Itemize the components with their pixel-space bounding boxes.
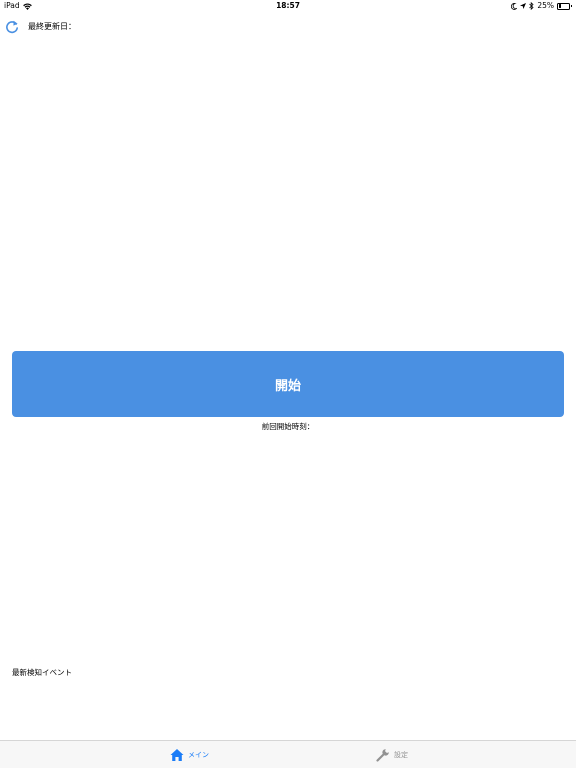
moon-icon <box>511 2 518 10</box>
tab-settings-label: 設定 <box>394 750 408 759</box>
wrench-icon <box>376 748 389 762</box>
refresh-icon[interactable] <box>4 19 20 35</box>
tab-main-label: メイン <box>188 750 209 759</box>
latest-event-heading: 最新検知イベント <box>12 668 72 677</box>
bluetooth-icon <box>529 2 534 10</box>
tab-bar: メイン 設定 <box>0 740 576 768</box>
tab-main[interactable]: メイン <box>170 741 209 768</box>
screen: iPad 18:57 25% 最終更新日： 開始 前回開始時刻： 最新検知イベン… <box>0 0 576 768</box>
status-bar: iPad 18:57 25% <box>0 0 576 12</box>
status-right: 25% <box>511 0 572 12</box>
last-updated-label: 最終更新日： <box>28 22 76 31</box>
tab-settings[interactable]: 設定 <box>376 741 408 768</box>
start-button[interactable]: 開始 <box>12 351 564 417</box>
home-icon <box>170 748 184 761</box>
location-arrow-icon <box>520 3 527 9</box>
battery-percent: 25% <box>537 1 554 10</box>
status-time: 18:57 <box>276 1 300 10</box>
previous-start-time-label: 前回開始時刻： <box>261 422 315 431</box>
start-button-label: 開始 <box>274 378 301 394</box>
battery-level-fill <box>558 4 561 8</box>
battery-icon <box>557 2 572 10</box>
